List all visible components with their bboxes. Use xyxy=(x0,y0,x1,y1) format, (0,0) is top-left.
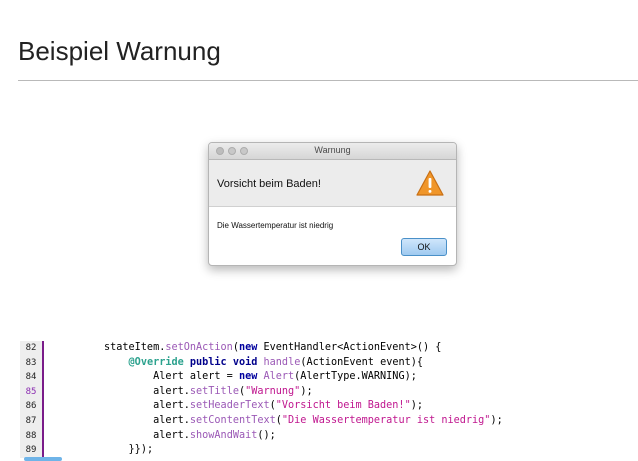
code-token: alert. xyxy=(153,429,190,441)
line-number: 83 xyxy=(20,355,44,371)
code-token: showAndWait xyxy=(189,429,258,441)
code-token: setOnAction xyxy=(165,342,233,353)
code-text: stateItem.setOnAction(new EventHandler<A… xyxy=(104,341,441,356)
code-line: 86 alert.setHeaderText("Vorsicht beim Ba… xyxy=(20,399,638,414)
code-token: EventHandler<ActionEvent>() { xyxy=(257,342,442,353)
code-token: (); xyxy=(257,429,276,441)
page-title: Beispiel Warnung xyxy=(18,36,221,66)
code-token: stateItem. xyxy=(104,342,166,353)
code-text: alert.showAndWait(); xyxy=(104,429,276,444)
dialog-header-text: Vorsicht beim Baden! xyxy=(217,178,321,190)
line-number: 88 xyxy=(20,428,44,444)
code-line: 83 @Override public void handle(ActionEv… xyxy=(20,355,638,371)
code-token: public xyxy=(189,356,227,368)
scroll-indicator[interactable] xyxy=(24,457,62,461)
code-text: alert.setContentText("Die Wassertemperat… xyxy=(104,414,503,429)
code-token: alert. xyxy=(153,400,190,412)
code-token: setContentText xyxy=(189,414,276,426)
dialog-titlebar[interactable]: Warnung xyxy=(209,143,456,160)
dialog-content-text: Die Wassertemperatur ist niedrig xyxy=(217,221,334,230)
code-text: alert.setHeaderText("Vorsicht beim Baden… xyxy=(104,399,423,414)
line-number: 86 xyxy=(20,399,44,414)
code-token: }}); xyxy=(128,444,154,456)
code-token: "Die Wassertemperatur ist niedrig" xyxy=(281,414,491,426)
code-line: 85 alert.setTitle("Warnung"); xyxy=(20,384,638,400)
dialog-window-title: Warnung xyxy=(314,145,351,155)
line-number: 85 xyxy=(20,384,44,400)
code-token: setTitle xyxy=(189,385,239,397)
code-token: @Override xyxy=(128,356,184,368)
code-line: 88 alert.showAndWait(); xyxy=(20,428,638,444)
code-token: new xyxy=(238,371,258,383)
code-text: alert.setTitle("Warnung"); xyxy=(104,385,313,400)
line-number: 87 xyxy=(20,413,44,429)
dialog-header: Vorsicht beim Baden! xyxy=(209,160,456,207)
code-token: handle xyxy=(263,356,301,368)
code-token: Alert xyxy=(263,371,295,383)
code-text: @Override public void handle(ActionEvent… xyxy=(104,356,423,371)
code-text: Alert alert = new Alert(AlertType.WARNIN… xyxy=(104,370,417,385)
line-number: 82 xyxy=(20,341,44,356)
code-token: (AlertType.WARNING); xyxy=(294,371,417,383)
code-token: ); xyxy=(410,400,423,412)
code-token: ); xyxy=(490,414,503,426)
code-line: 87 alert.setContentText("Die Wassertempe… xyxy=(20,413,638,429)
code-token: setHeaderText xyxy=(189,400,270,412)
code-token: "Warnung" xyxy=(245,385,301,397)
code-token: void xyxy=(232,356,258,368)
warning-triangle-icon xyxy=(416,170,444,196)
code-text: }}); xyxy=(104,443,154,458)
code-token: Alert alert = xyxy=(153,371,239,383)
code-token: alert. xyxy=(153,414,190,426)
ok-button[interactable]: OK xyxy=(401,238,447,256)
title-divider xyxy=(18,80,638,81)
line-number: 89 xyxy=(20,443,44,458)
code-listing: 82 stateItem.setOnAction(new EventHandler… xyxy=(20,341,638,458)
warning-dialog: Warnung Vorsicht beim Baden! Die Wassert… xyxy=(208,142,457,266)
code-line: 84 Alert alert = new Alert(AlertType.WAR… xyxy=(20,370,638,385)
code-token: (ActionEvent event){ xyxy=(300,356,424,368)
code-token: "Vorsicht beim Baden!" xyxy=(275,400,411,412)
code-token: alert. xyxy=(153,385,190,397)
code-line: 89 }}); xyxy=(20,443,638,458)
code-line: 82 stateItem.setOnAction(new EventHandler… xyxy=(20,341,638,356)
line-number: 84 xyxy=(20,370,44,385)
code-token: new xyxy=(238,342,258,353)
code-token: ); xyxy=(300,385,313,397)
